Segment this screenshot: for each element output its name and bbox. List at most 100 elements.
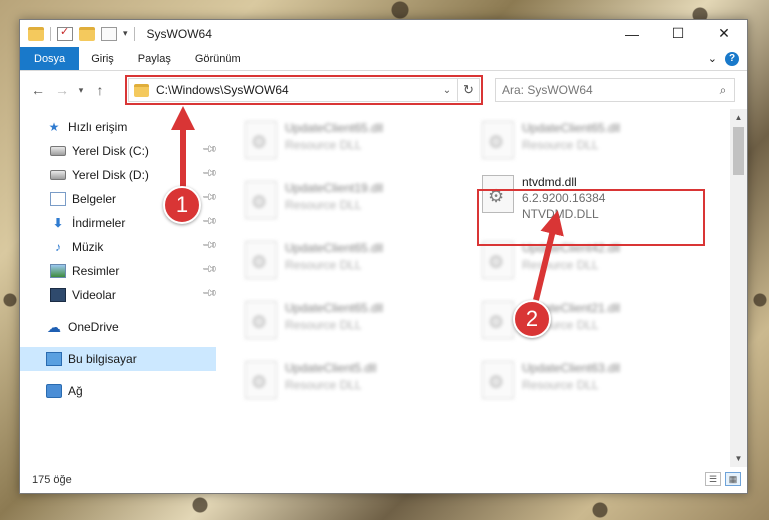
properties-icon[interactable]: [57, 25, 73, 41]
customize-toolbar-icon[interactable]: [101, 26, 117, 41]
sidebar-item-network[interactable]: Ağ: [20, 379, 216, 403]
pin-icon[interactable]: 📌︎: [201, 285, 218, 302]
dll-file-icon: [482, 121, 514, 159]
file-tile[interactable]: UpdateClient63.dll Resource DLL: [482, 361, 620, 399]
tiles-view-icon[interactable]: ▦: [725, 472, 741, 486]
forward-arrow-icon[interactable]: →: [50, 82, 74, 98]
file-name: UpdateClient42.dll: [522, 241, 621, 255]
star-icon: ★: [48, 120, 60, 134]
file-meta: Resource DLL: [522, 378, 599, 392]
scroll-up-icon[interactable]: ▲: [730, 109, 747, 126]
file-tile[interactable]: UpdateClient5.dll Resource DLL: [245, 361, 376, 399]
search-icon[interactable]: ⌕: [712, 83, 734, 98]
refresh-icon[interactable]: ↻: [457, 79, 479, 101]
file-name: UpdateClient65.dll: [285, 121, 384, 135]
file-tile[interactable]: UpdateClient19.dll Resource DLL: [245, 181, 383, 219]
file-meta: Resource DLL: [522, 138, 599, 152]
folder-icon: [134, 83, 149, 97]
expand-ribbon-icon[interactable]: ⌄: [708, 52, 717, 65]
maximize-button[interactable]: ☐: [655, 20, 701, 47]
sidebar-item-label: Hızlı erişim: [68, 120, 128, 134]
details-view-icon[interactable]: ☰: [705, 472, 721, 486]
search-box[interactable]: ⌕: [495, 78, 735, 102]
pin-icon[interactable]: 📌︎: [201, 261, 218, 278]
address-path[interactable]: C:\Windows\SysWOW64: [156, 83, 437, 97]
music-icon: ♪: [55, 240, 61, 254]
navigation-pane: ★ Hızlı erişim Yerel Disk (C:) 📌︎ Yerel …: [20, 109, 218, 467]
tab-giris[interactable]: Giriş: [79, 47, 126, 70]
file-tile[interactable]: UpdateClient65.dll Resource DLL: [482, 121, 620, 159]
file-meta: Resource DLL: [285, 378, 362, 392]
sidebar-item-onedrive[interactable]: ☁ OneDrive: [20, 315, 216, 339]
title-bar: ▾ SysWOW64 — ☐ ✕: [20, 20, 747, 47]
dll-file-icon: [482, 175, 514, 213]
dll-file-icon: [245, 181, 277, 219]
file-name: UpdateClient65.dll: [285, 241, 384, 255]
close-button[interactable]: ✕: [701, 20, 747, 47]
file-tile[interactable]: UpdateClient21.dllResource DLL: [482, 301, 620, 339]
file-name: UpdateClient65.dll: [522, 121, 621, 135]
file-meta: Resource DLL: [285, 138, 362, 152]
file-tile[interactable]: UpdateClient65.dll Resource DLL: [245, 241, 383, 279]
tab-dosya[interactable]: Dosya: [20, 47, 80, 70]
pictures-icon: [50, 264, 66, 278]
file-meta: Resource DLL: [285, 258, 362, 272]
sidebar-item-videos[interactable]: Videolar 📌︎: [20, 283, 218, 307]
sidebar-item-music[interactable]: ♪ Müzik 📌︎: [20, 235, 218, 259]
dll-file-icon: [245, 361, 277, 399]
ribbon-right-controls: ⌄ ?: [708, 47, 747, 70]
pin-icon[interactable]: 📌︎: [201, 141, 218, 158]
pin-icon[interactable]: 📌︎: [201, 237, 218, 254]
file-meta: Resource DLL: [522, 258, 599, 272]
search-input[interactable]: [502, 83, 712, 97]
toolbar-dropdown-icon[interactable]: ▾: [123, 28, 128, 39]
download-icon: ⬇: [52, 216, 64, 230]
up-arrow-icon[interactable]: ↑: [88, 82, 112, 98]
dll-file-icon: [245, 301, 277, 339]
navigation-bar: ← → ▾ ↑ C:\Windows\SysWOW64 ⌄ ↻ ⌕: [20, 71, 747, 109]
file-name: UpdateClient19.dll: [285, 181, 384, 195]
sidebar-item-quick-access[interactable]: ★ Hızlı erişim: [20, 115, 216, 139]
sidebar-item-this-pc[interactable]: Bu bilgisayar: [20, 347, 216, 371]
sidebar-item-local-disk-c[interactable]: Yerel Disk (C:) 📌︎: [20, 139, 218, 163]
dll-file-icon: [482, 361, 514, 399]
file-list: UpdateClient65.dll Resource DLL UpdateCli…: [220, 109, 730, 467]
pin-icon[interactable]: 📌︎: [201, 213, 218, 230]
recent-locations-icon[interactable]: ▾: [74, 85, 88, 96]
sidebar-item-label: Belgeler: [72, 192, 117, 206]
sidebar-item-label: Yerel Disk (C:): [72, 144, 149, 158]
sidebar-item-label: Bu bilgisayar: [68, 352, 137, 366]
file-tile[interactable]: UpdateClient42.dll Resource DLL: [482, 241, 620, 279]
window-title: SysWOW64: [146, 26, 212, 41]
sidebar-item-label: Yerel Disk (D:): [72, 168, 149, 182]
computer-icon: [46, 352, 62, 366]
sidebar-item-pictures[interactable]: Resimler 📌︎: [20, 259, 218, 283]
tab-paylas[interactable]: Paylaş: [126, 47, 183, 70]
sidebar-item-label: Ağ: [68, 384, 83, 398]
address-bar[interactable]: C:\Windows\SysWOW64 ⌄ ↻: [128, 78, 480, 102]
address-dropdown-icon[interactable]: ⌄: [437, 85, 457, 96]
drive-icon: [50, 170, 66, 180]
sidebar-item-local-disk-d[interactable]: Yerel Disk (D:) 📌︎: [20, 163, 218, 187]
pin-icon[interactable]: 📌︎: [201, 189, 218, 206]
scroll-thumb[interactable]: [733, 127, 744, 175]
file-meta: Resource DLL: [285, 318, 362, 332]
scroll-down-icon[interactable]: ▼: [730, 450, 747, 467]
tab-gorunum[interactable]: Görünüm: [183, 47, 253, 70]
vertical-scrollbar[interactable]: ▲ ▼: [730, 109, 747, 467]
pin-icon[interactable]: 📌︎: [201, 165, 218, 182]
file-tile-ntvdmd-dll[interactable]: ntvdmd.dll 6.2.9200.16384 NTVDMD.DLL: [482, 175, 605, 221]
file-description: NTVDMD.DLL: [522, 207, 599, 221]
toolbar-separator: [50, 26, 51, 41]
drive-icon: [50, 146, 66, 156]
dll-file-icon: [482, 301, 514, 339]
back-arrow-icon[interactable]: ←: [26, 82, 50, 98]
file-tile[interactable]: UpdateClient65.dll Resource DLL: [245, 301, 383, 339]
window-controls: — ☐ ✕: [609, 20, 747, 47]
minimize-button[interactable]: —: [609, 20, 655, 47]
help-icon[interactable]: ?: [725, 51, 739, 66]
step-badge-1: 1: [163, 186, 201, 224]
file-tile[interactable]: UpdateClient65.dll Resource DLL: [245, 121, 383, 159]
new-folder-icon[interactable]: [79, 26, 95, 41]
file-version: 6.2.9200.16384: [522, 191, 606, 205]
